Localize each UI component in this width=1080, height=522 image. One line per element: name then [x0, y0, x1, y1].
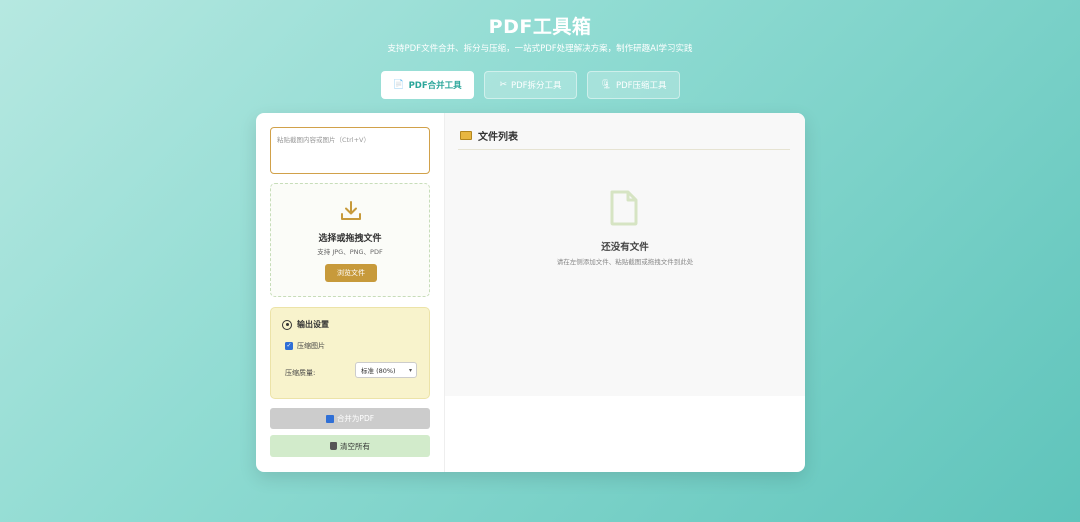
folder-icon	[460, 131, 472, 140]
left-panel: 粘贴截图内容或图片（Ctrl+V） 选择或拖拽文件 支持 JPG、PNG、PDF…	[256, 113, 445, 472]
compress-checkbox[interactable]: ✓	[285, 342, 293, 350]
document-icon: 📄	[393, 80, 405, 90]
tab-merge-label: PDF合并工具	[408, 81, 462, 91]
empty-hint: 请在左侧添加文件、粘贴截图或拖拽文件到此处	[556, 258, 694, 266]
page-title: PDF工具箱	[488, 16, 592, 38]
clear-button[interactable]: 清空所有	[270, 435, 430, 457]
quality-select[interactable]: 标准 (80%) ▾	[355, 362, 417, 378]
browse-button[interactable]: 浏览文件	[325, 264, 377, 282]
paste-placeholder: 粘贴截图内容或图片（Ctrl+V）	[277, 136, 370, 144]
paste-area[interactable]: 粘贴截图内容或图片（Ctrl+V）	[270, 127, 430, 174]
settings-title: 输出设置	[297, 320, 329, 329]
output-settings: 输出设置 ✓ 压缩图片 压缩质量: 标准 (80%) ▾	[270, 307, 430, 399]
compress-icon: 🗜	[600, 80, 612, 90]
empty-title: 还没有文件	[601, 242, 649, 253]
tab-compress-label: PDF压缩工具	[615, 81, 667, 91]
quality-value: 标准 (80%)	[361, 367, 396, 375]
file-list-panel: 文件列表 还没有文件 请在左侧添加文件、粘贴截图或拖拽文件到此处	[445, 113, 805, 396]
chevron-down-icon: ▾	[408, 367, 412, 374]
drop-title: 选择或拖拽文件	[318, 234, 382, 244]
gear-icon	[282, 319, 292, 330]
scissors-icon: ✂	[499, 80, 507, 90]
merge-label: 合并为PDF	[336, 414, 375, 423]
drop-hint: 支持 JPG、PNG、PDF	[317, 248, 383, 256]
trash-icon	[330, 442, 337, 450]
quality-label: 压缩质量:	[285, 369, 316, 377]
file-icon	[610, 190, 638, 226]
tab-split[interactable]: ✂ PDF拆分工具	[484, 71, 577, 99]
drop-zone[interactable]: 选择或拖拽文件 支持 JPG、PNG、PDF 浏览文件	[270, 183, 430, 297]
tab-compress[interactable]: 🗜 PDF压缩工具	[587, 71, 680, 99]
download-icon	[341, 201, 361, 220]
settings-header: 输出设置	[282, 319, 329, 330]
file-list-title: 文件列表	[478, 132, 518, 143]
page-subtitle: 支持PDF文件合并、拆分与压缩，一站式PDF处理解决方案，制作研趣AI学习实践	[387, 44, 693, 54]
tool-tabs: 📄 PDF合并工具 ✂ PDF拆分工具 🗜 PDF压缩工具	[381, 71, 680, 99]
merge-button[interactable]: 合并为PDF	[270, 408, 430, 429]
tab-merge[interactable]: 📄 PDF合并工具	[381, 71, 474, 99]
compress-option[interactable]: ✓ 压缩图片	[285, 341, 325, 351]
tab-split-label: PDF拆分工具	[510, 81, 562, 91]
file-list-header: 文件列表	[460, 128, 518, 143]
clear-label: 清空所有	[340, 441, 370, 451]
main-card: 粘贴截图内容或图片（Ctrl+V） 选择或拖拽文件 支持 JPG、PNG、PDF…	[256, 113, 805, 472]
compress-label: 压缩图片	[297, 342, 325, 350]
pdf-icon	[325, 414, 334, 423]
divider	[458, 149, 790, 150]
